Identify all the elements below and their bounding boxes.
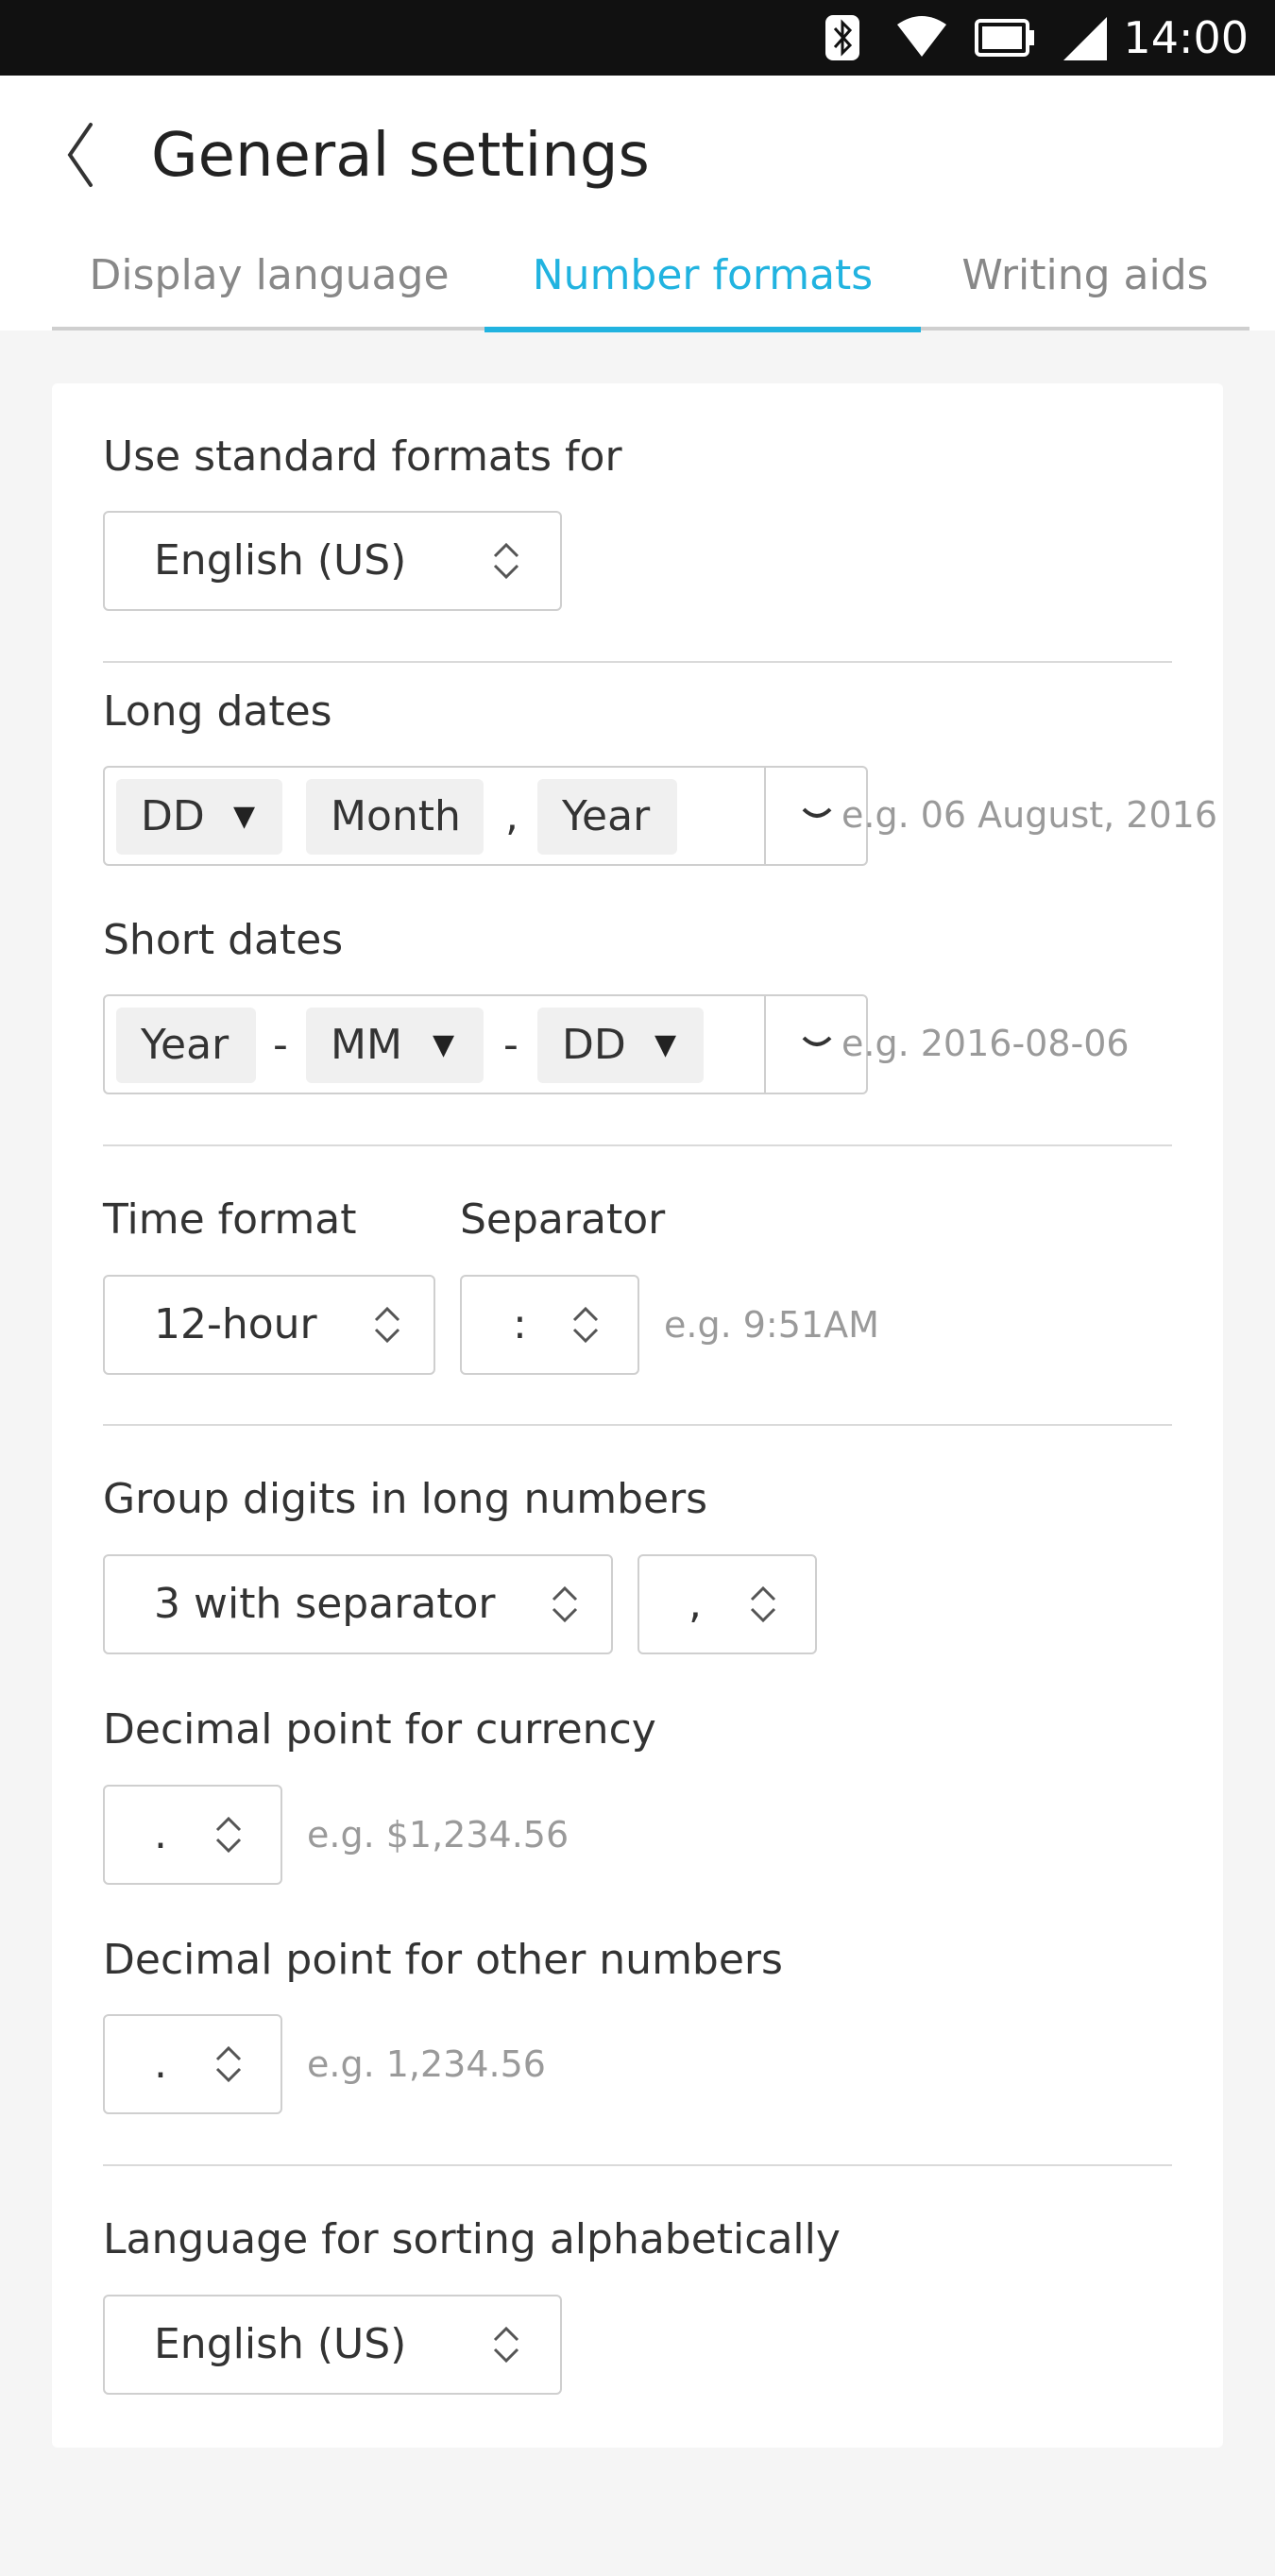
status-time: 14:00 (1123, 12, 1249, 63)
group-digits-value: 3 with separator (154, 1580, 496, 1628)
divider (103, 2164, 1172, 2166)
long-dates-label: Long dates (103, 687, 332, 736)
wifi-icon (897, 16, 946, 57)
tab-writing-aids[interactable]: Writing aids (921, 229, 1250, 330)
other-decimal-value: . (154, 2040, 167, 2088)
sorting-language-value: English (US) (154, 2320, 407, 2368)
spinner-icon (493, 2326, 519, 2364)
battery-icon (975, 19, 1034, 57)
spinner-icon (750, 1585, 776, 1623)
standard-formats-value: English (US) (154, 536, 407, 585)
time-example: e.g. 9:51AM (664, 1304, 879, 1346)
short-dates-year-token[interactable]: Year (116, 1008, 256, 1083)
back-icon[interactable] (59, 117, 106, 193)
standard-formats-select[interactable]: English (US) (103, 511, 562, 611)
short-dates-field: Year - MM ▼ - DD ▼ (103, 994, 868, 1094)
chevron-down-icon (802, 807, 832, 818)
long-dates-year-value: Year (562, 792, 651, 840)
time-format-select[interactable]: 12-hour (103, 1275, 435, 1375)
currency-decimal-label: Decimal point for currency (103, 1705, 656, 1754)
spinner-icon (493, 542, 519, 580)
short-dates-example: e.g. 2016-08-06 (842, 1023, 1130, 1064)
currency-example: e.g. $1,234.56 (307, 1814, 570, 1856)
long-dates-day-value: DD (141, 792, 205, 840)
short-dates-day-select[interactable]: DD ▼ (537, 1008, 704, 1083)
divider (103, 1424, 1172, 1426)
signal-icon (1063, 17, 1107, 60)
other-decimal-example: e.g. 1,234.56 (307, 2043, 546, 2085)
short-dates-separator-2: - (503, 1021, 518, 1069)
standard-formats-label: Use standard formats for (103, 432, 622, 481)
currency-decimal-value: . (154, 1810, 167, 1858)
spinner-icon (572, 1306, 599, 1344)
long-dates-month-value: Month (331, 792, 461, 840)
short-dates-year-value: Year (141, 1021, 230, 1069)
spinner-icon (552, 1585, 578, 1623)
currency-decimal-select[interactable]: . (103, 1785, 282, 1885)
long-dates-month-token[interactable]: Month (306, 779, 484, 855)
short-dates-label: Short dates (103, 916, 344, 964)
chevron-down-icon (802, 1036, 832, 1046)
short-dates-separator-1: - (273, 1021, 288, 1069)
spinner-icon (215, 2045, 242, 2083)
long-dates-example: e.g. 06 August, 2016 (842, 794, 1218, 836)
long-dates-year-token[interactable]: Year (537, 779, 677, 855)
long-dates-field: DD ▼ Month , Year (103, 766, 868, 866)
other-decimal-label: Decimal point for other numbers (103, 1936, 783, 1984)
sorting-language-label: Language for sorting alphabetically (103, 2215, 841, 2263)
short-dates-month-select[interactable]: MM ▼ (306, 1008, 484, 1083)
tab-number-formats[interactable]: Number formats (484, 229, 921, 332)
time-separator-value: : (513, 1300, 527, 1348)
group-digits-label: Group digits in long numbers (103, 1475, 708, 1523)
long-dates-day-select[interactable]: DD ▼ (116, 779, 282, 855)
time-format-value: 12-hour (154, 1300, 317, 1348)
other-decimal-select[interactable]: . (103, 2014, 282, 2114)
app-header: General settings Display language Number… (0, 76, 1275, 332)
short-dates-day-value: DD (562, 1021, 626, 1069)
tab-display-language[interactable]: Display language (52, 229, 486, 330)
separator-label: Separator (460, 1195, 666, 1244)
time-format-label: Time format (103, 1195, 357, 1244)
time-separator-select[interactable]: : (460, 1275, 639, 1375)
sorting-language-select[interactable]: English (US) (103, 2295, 562, 2395)
long-dates-separator: , (505, 792, 518, 840)
short-dates-month-value: MM (331, 1021, 402, 1069)
caret-down-icon: ▼ (433, 1028, 455, 1061)
caret-down-icon: ▼ (233, 800, 256, 833)
bluetooth-icon (825, 15, 859, 60)
divider (103, 661, 1172, 663)
group-separator-value: , (688, 1580, 702, 1628)
divider (103, 1144, 1172, 1146)
status-bar: 14:00 (0, 0, 1275, 76)
spinner-icon (374, 1306, 400, 1344)
tab-bar: Display language Number formats Writing … (52, 229, 1250, 332)
spinner-icon (215, 1816, 242, 1854)
settings-card: Use standard formats for English (US) Lo… (52, 383, 1223, 2448)
caret-down-icon: ▼ (654, 1028, 677, 1061)
group-separator-select[interactable]: , (638, 1554, 817, 1654)
page-title: General settings (151, 121, 650, 191)
group-digits-select[interactable]: 3 with separator (103, 1554, 613, 1654)
